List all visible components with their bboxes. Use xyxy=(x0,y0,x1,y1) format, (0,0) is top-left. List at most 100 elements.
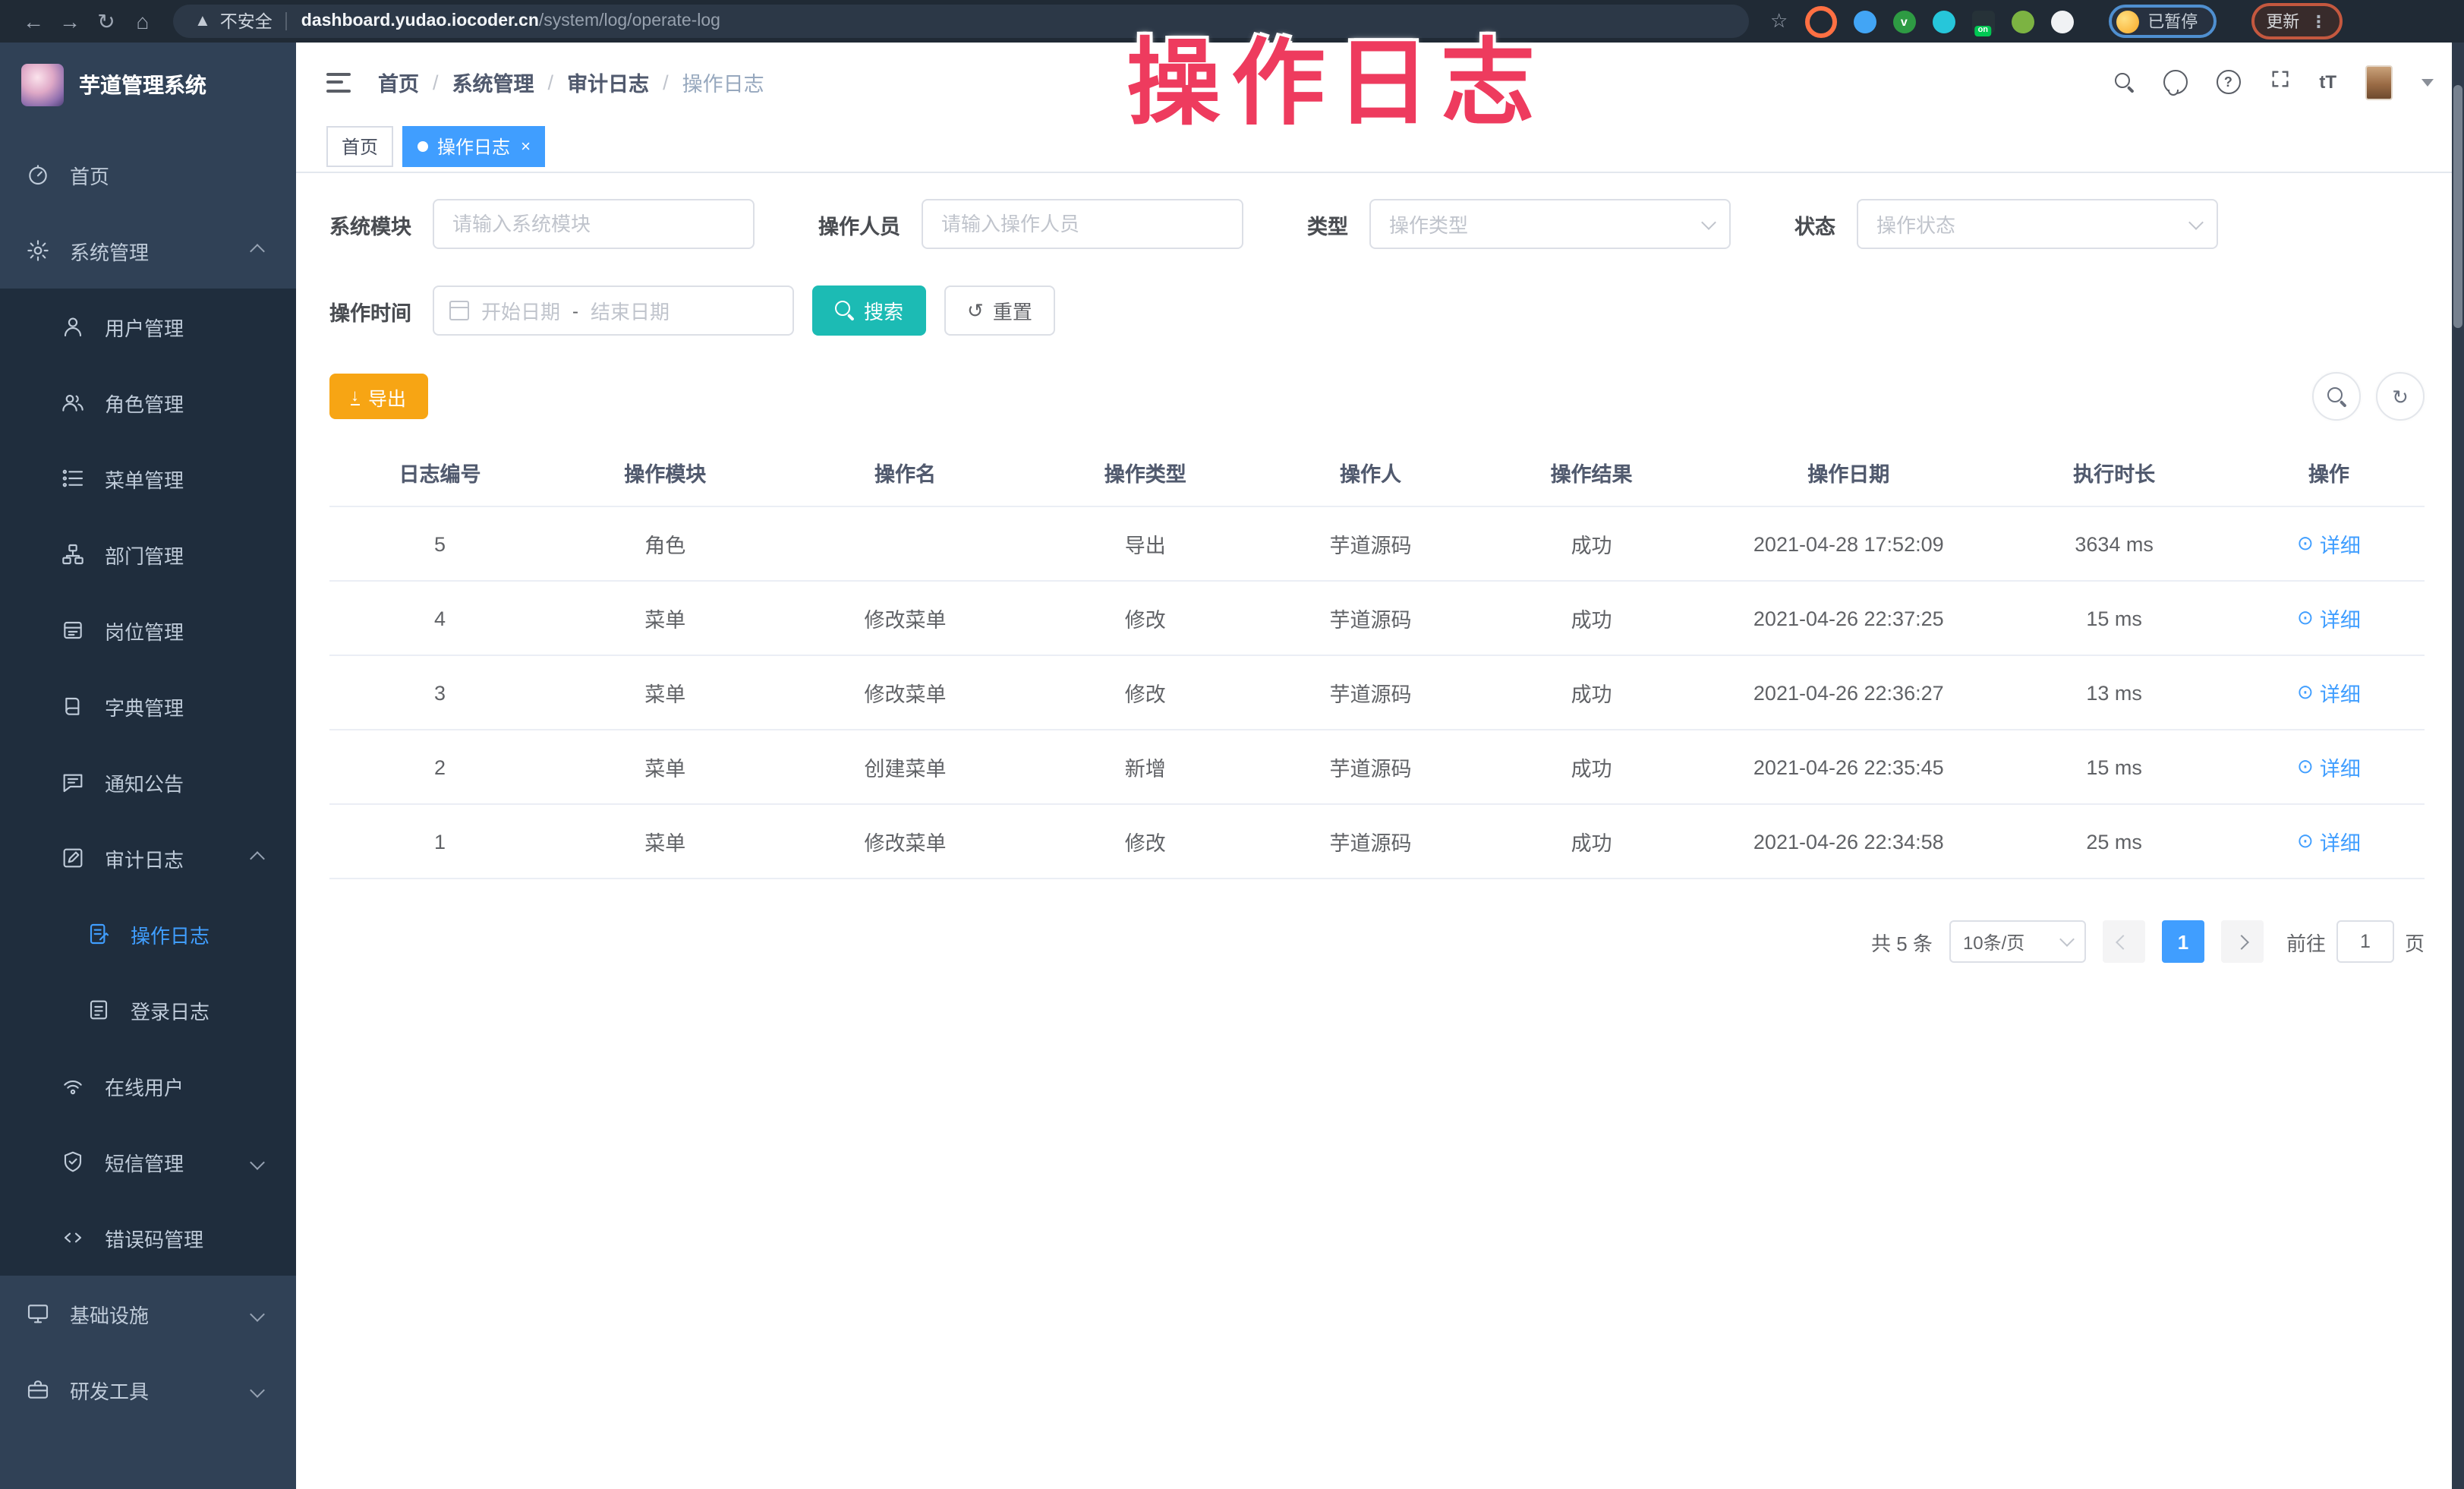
back-icon[interactable]: ← xyxy=(15,0,52,43)
github-icon[interactable] xyxy=(2163,70,2187,94)
sidebar-item-infra[interactable]: 基础设施 xyxy=(0,1276,296,1352)
export-button[interactable]: ↓ 导出 xyxy=(329,374,427,419)
filter-operator: 操作人员 xyxy=(818,199,1243,249)
help-icon[interactable]: ? xyxy=(2216,70,2240,94)
detail-link[interactable]: ⊙详细 xyxy=(2297,752,2361,782)
sidebar-item-devtool[interactable]: 研发工具 xyxy=(0,1352,296,1427)
header-actions: ? tT xyxy=(2114,65,2434,99)
tab-home[interactable]: 首页 xyxy=(326,126,393,167)
next-page-button[interactable] xyxy=(2221,920,2264,963)
table-body: 5角色导出芋道源码成功2021-04-28 17:52:093634 ms⊙详细… xyxy=(329,506,2425,879)
chevron-up-icon xyxy=(250,850,265,866)
table-cell: 15 ms xyxy=(1995,581,2232,655)
table-cell: 芋道源码 xyxy=(1260,506,1481,581)
sidebar-item-login-log[interactable]: 登录日志 xyxy=(0,972,296,1048)
profile-paused-badge[interactable]: 已暂停 xyxy=(2108,5,2216,38)
column-header: 操作 xyxy=(2233,439,2425,506)
sidebar-item-sms[interactable]: 短信管理 xyxy=(0,1124,296,1200)
breadcrumb-item[interactable]: 首页 xyxy=(378,67,419,97)
browser-menu-icon[interactable]: ⋮ xyxy=(2310,11,2327,31)
sidebar-item-errcode[interactable]: 错误码管理 xyxy=(0,1200,296,1276)
table-toolbar: ↓ 导出 ↻ xyxy=(329,372,2425,421)
main-area: 首页/系统管理/审计日志/操作日志 ? tT 首页操作日志× 系统模块 xyxy=(296,43,2464,1489)
detail-link[interactable]: ⊙详细 xyxy=(2297,677,2361,708)
table-cell: 修改菜单 xyxy=(780,655,1030,730)
extension-switch-icon[interactable]: on xyxy=(1971,10,1994,33)
sidebar-item-dept[interactable]: 部门管理 xyxy=(0,516,296,592)
extension-v-icon[interactable]: v xyxy=(1892,10,1915,33)
sidebar-item-menu[interactable]: 菜单管理 xyxy=(0,440,296,516)
table-cell: 菜单 xyxy=(550,655,780,730)
address-bar[interactable]: ▲ 不安全 dashboard.yudao.iocoder.cn/system/… xyxy=(173,5,1749,38)
detail-link[interactable]: ⊙详细 xyxy=(2297,528,2361,559)
detail-link[interactable]: ⊙详细 xyxy=(2297,603,2361,633)
type-select[interactable]: 操作类型 xyxy=(1369,199,1731,249)
status-label: 状态 xyxy=(1794,209,1835,239)
sidebar-item-audit[interactable]: 审计日志 xyxy=(0,820,296,896)
sidebar-item-notice[interactable]: 通知公告 xyxy=(0,744,296,820)
sidebar-item-system[interactable]: 系统管理 xyxy=(0,213,296,289)
sidebar-item-dict[interactable]: 字典管理 xyxy=(0,668,296,744)
extensions-puzzle-icon[interactable] xyxy=(2050,10,2073,33)
page-size-select[interactable]: 10条/页 xyxy=(1949,920,2086,963)
show-search-button[interactable] xyxy=(2312,372,2361,421)
update-button[interactable]: 更新⋮ xyxy=(2251,3,2342,39)
gear-icon xyxy=(26,238,50,263)
extension-pin-icon[interactable] xyxy=(1853,10,1876,33)
sidebar-item-post[interactable]: 岗位管理 xyxy=(0,592,296,668)
table-cell: 菜单 xyxy=(550,804,780,879)
extension-gem-icon[interactable] xyxy=(1932,10,1955,33)
sidebar-logo[interactable]: 芋道管理系统 xyxy=(0,43,296,128)
filter-row-2: 操作时间 开始日期 - 结束日期 搜索 ↺ 重置 xyxy=(329,285,2425,336)
screen: ← → ↻ ⌂ ▲ 不安全 dashboard.yudao.iocoder.cn… xyxy=(0,0,2464,1489)
collapse-sidebar-icon[interactable] xyxy=(326,72,351,92)
chevron-down-icon[interactable] xyxy=(2421,78,2434,86)
filter-type: 类型 操作类型 xyxy=(1307,199,1731,249)
close-icon[interactable]: × xyxy=(521,137,531,156)
extension-leaf-icon[interactable] xyxy=(2011,10,2034,33)
date-range-picker[interactable]: 开始日期 - 结束日期 xyxy=(433,285,794,336)
detail-link[interactable]: ⊙详细 xyxy=(2297,826,2361,856)
breadcrumb-item: 操作日志 xyxy=(682,67,764,97)
scrollbar-thumb[interactable] xyxy=(2453,85,2462,328)
chevron-down-icon xyxy=(250,1306,265,1321)
security-label[interactable]: 不安全 xyxy=(220,9,273,33)
sidebar-item-home[interactable]: 首页 xyxy=(0,137,296,213)
extension-ring-icon[interactable] xyxy=(1804,5,1836,37)
home-icon[interactable]: ⌂ xyxy=(124,0,161,43)
reload-icon[interactable]: ↻ xyxy=(88,0,124,43)
table-cell: 15 ms xyxy=(1995,730,2232,804)
toolbox-icon xyxy=(26,1377,50,1402)
table-tools: ↻ xyxy=(2312,372,2425,421)
sidebar-item-user[interactable]: 用户管理 xyxy=(0,289,296,364)
search-button[interactable]: 搜索 xyxy=(812,285,926,336)
prev-page-button[interactable] xyxy=(2103,920,2145,963)
bookmark-star-icon[interactable]: ☆ xyxy=(1770,9,1788,33)
search-icon[interactable] xyxy=(2114,72,2134,92)
table-cell: 3 xyxy=(329,655,550,730)
sidebar-item-label: 岗位管理 xyxy=(105,616,184,645)
goto-page-input[interactable] xyxy=(2336,920,2394,963)
breadcrumb-item[interactable]: 系统管理 xyxy=(452,67,534,97)
page-1-button[interactable]: 1 xyxy=(2162,920,2204,963)
operator-input[interactable] xyxy=(922,199,1243,249)
forward-icon[interactable]: → xyxy=(52,0,88,43)
tab-operate-log[interactable]: 操作日志× xyxy=(402,126,546,167)
page-scrollbar[interactable] xyxy=(2452,43,2464,1489)
sidebar-item-operate-log[interactable]: 操作日志 xyxy=(0,896,296,972)
module-input[interactable] xyxy=(433,199,755,249)
reset-button[interactable]: ↺ 重置 xyxy=(944,285,1055,336)
sidebar-item-online[interactable]: 在线用户 xyxy=(0,1048,296,1124)
sidebar-item-role[interactable]: 角色管理 xyxy=(0,364,296,440)
breadcrumb-item[interactable]: 审计日志 xyxy=(567,67,649,97)
refresh-table-button[interactable]: ↻ xyxy=(2376,372,2425,421)
filter-time: 操作时间 开始日期 - 结束日期 xyxy=(329,285,794,336)
search-icon xyxy=(2327,386,2346,406)
user-avatar[interactable] xyxy=(2365,65,2393,99)
fullscreen-icon[interactable] xyxy=(2269,68,2290,96)
menu-icon xyxy=(61,466,85,491)
status-select[interactable]: 操作状态 xyxy=(1857,199,2218,249)
total-count: 共 5 条 xyxy=(1871,927,1933,956)
font-size-icon[interactable]: tT xyxy=(2319,71,2336,93)
tree-icon xyxy=(61,542,85,566)
